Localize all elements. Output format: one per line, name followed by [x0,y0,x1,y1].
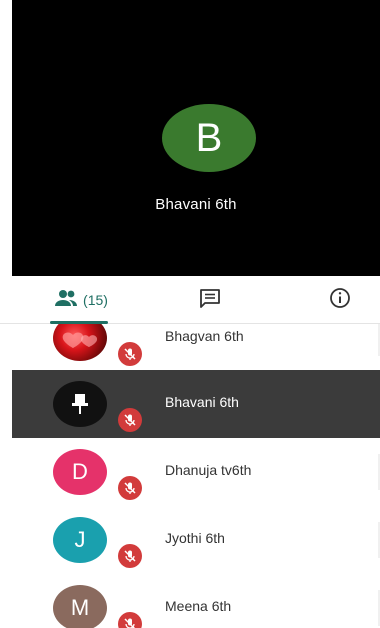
participant-avatar [53,381,107,427]
participant-row[interactable]: M Meena 6th [12,574,380,628]
speaker-avatar: B [162,104,256,172]
video-stage[interactable]: B Bhavani 6th [12,0,380,276]
info-icon [329,287,351,314]
participant-name: Jyothi 6th [165,530,225,546]
participant-name: Dhanuja tv6th [165,462,252,478]
participant-row[interactable]: Bhagvan 6th [12,324,380,372]
participant-row[interactable]: D Dhanuja tv6th [12,438,380,506]
mic-off-icon [118,408,142,432]
participant-avatar: M [53,585,107,628]
participant-row[interactable]: J Jyothi 6th [12,506,380,574]
participant-name: Bhavani 6th [165,394,239,410]
tab-participants[interactable]: (15) [44,276,118,324]
mic-off-icon [118,476,142,500]
people-icon [54,289,78,312]
tab-info[interactable] [316,276,364,324]
chat-icon [199,288,221,313]
participant-avatar: J [53,517,107,563]
participant-avatar-photo [53,324,107,361]
participant-row-selected[interactable]: Bhavani 6th [12,370,380,438]
pin-icon [70,394,90,421]
tab-chat[interactable] [186,276,234,324]
speaker-name: Bhavani 6th [155,196,237,213]
mic-off-icon [118,544,142,568]
participant-name: Bhagvan 6th [165,328,244,344]
mic-off-icon [118,342,142,366]
participant-list[interactable]: Bhagvan 6th Bhavani 6th D Dhanuja tv6th … [12,324,380,628]
mic-off-icon [118,612,142,628]
tab-bar: (15) [0,276,380,324]
meeting-screen: B Bhavani 6th (15) Bhagvan 6th Bhavani 6… [0,0,380,628]
participant-name: Meena 6th [165,598,232,614]
participant-avatar: D [53,449,107,495]
participant-count: (15) [83,292,108,308]
